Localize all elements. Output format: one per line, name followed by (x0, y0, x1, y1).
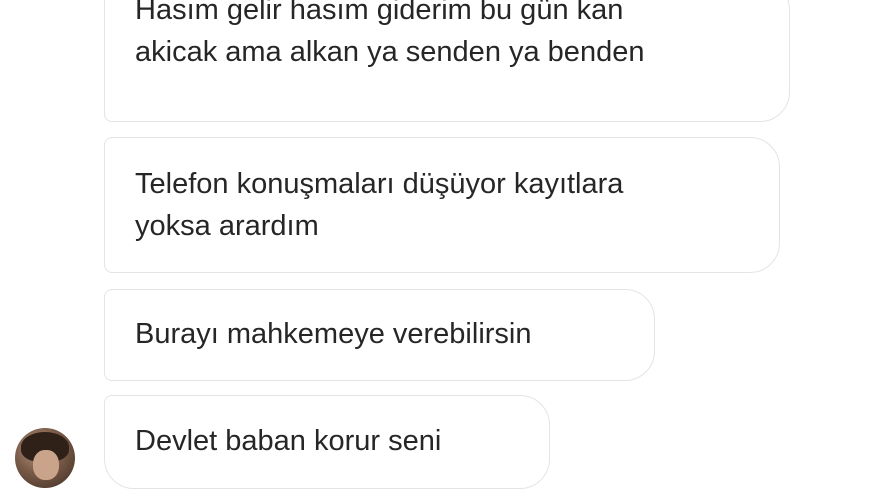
message-bubble[interactable]: Burayı mahkemeye verebilirsin (104, 289, 655, 381)
message-bubble[interactable]: Hasım gelir hasım giderim bu gün kan aki… (104, 0, 790, 122)
avatar-face-shape (33, 450, 59, 480)
message-text: akicak ama alkan ya senden ya benden (135, 36, 645, 68)
message-bubble[interactable]: Devlet baban korur seni (104, 395, 550, 489)
message-text: yoksa arardım (135, 210, 319, 242)
message-text: Hasım gelir hasım giderim bu gün kan (135, 0, 624, 26)
message-text: Telefon konuşmaları düşüyor kayıtlara (135, 168, 624, 200)
sender-avatar[interactable] (15, 428, 75, 488)
message-text: Devlet baban korur seni (135, 425, 442, 457)
message-text: Burayı mahkemeye verebilirsin (135, 318, 532, 350)
message-thread: Hasım gelir hasım giderim bu gün kan aki… (0, 0, 880, 503)
message-bubble[interactable]: Telefon konuşmaları düşüyor kayıtlara yo… (104, 137, 780, 273)
